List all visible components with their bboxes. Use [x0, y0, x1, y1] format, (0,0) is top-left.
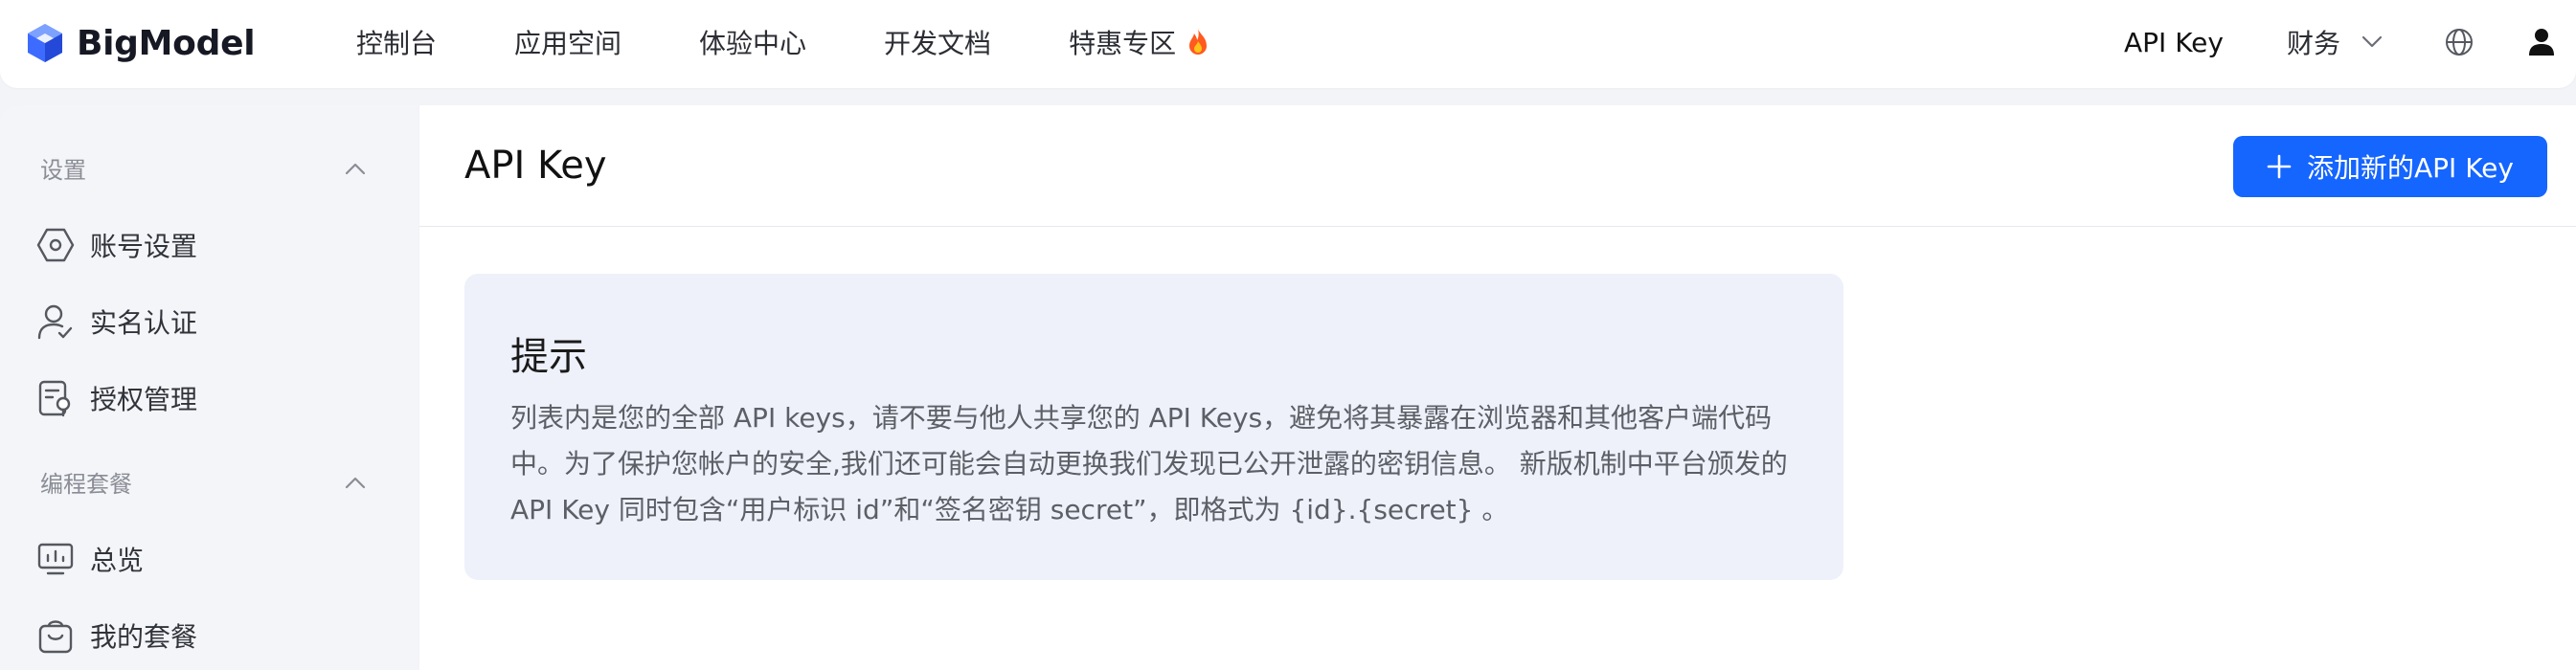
sidebar: 设置 账号设置 实名认证 授权管理 编程套餐 总览 我的套餐: [0, 105, 418, 670]
nav-item-app-space[interactable]: 应用空间: [514, 23, 621, 61]
nav-item-label: 体验中心: [699, 28, 807, 59]
sidebar-item-authorization[interactable]: 授权管理: [36, 379, 197, 417]
user-verify-icon: [37, 304, 73, 340]
nav-item-console[interactable]: 控制台: [356, 23, 437, 61]
add-api-key-label: 添加新的API Key: [2307, 152, 2514, 184]
nav-item-label: 开发文档: [884, 28, 992, 59]
tip-title: 提示: [510, 335, 587, 379]
sidebar-group-settings[interactable]: 设置: [40, 151, 366, 185]
sidebar-item-label: 账号设置: [90, 231, 198, 262]
page-header: API Key 添加新的API Key: [419, 105, 2576, 227]
brand-name: BigModel: [77, 23, 256, 63]
monitor-chart-icon: [37, 543, 74, 575]
sidebar-item-label: 我的套餐: [90, 621, 198, 653]
main-content: API Key 添加新的API Key 提示 列表内是您的全部 API keys…: [419, 105, 2576, 670]
authorization-icon: [38, 380, 71, 417]
sidebar-item-my-package[interactable]: 我的套餐: [36, 616, 197, 655]
top-navigation-bar: BigModel 控制台 应用空间 体验中心 开发文档 特惠专区 API Key…: [0, 0, 2576, 88]
chevron-up-icon: [345, 477, 366, 488]
nav-item-special-offers[interactable]: 特惠专区: [1069, 23, 1210, 61]
tip-body: 列表内是您的全部 API keys，请不要与他人共享您的 API Keys，避免…: [510, 402, 1788, 525]
sidebar-item-label: 实名认证: [90, 307, 198, 339]
fire-icon: [1189, 29, 1208, 55]
globe-icon[interactable]: [2444, 27, 2474, 57]
chevron-down-icon: [2361, 35, 2383, 48]
bigmodel-logo-icon: [28, 24, 62, 62]
nav-right-group: API Key 财务: [2124, 0, 2576, 84]
chevron-up-icon: [345, 163, 366, 174]
sidebar-item-label: 授权管理: [90, 384, 198, 415]
page-title: API Key: [464, 144, 607, 188]
nav-item-dev-docs[interactable]: 开发文档: [884, 23, 991, 61]
finance-label: 财务: [2286, 28, 2340, 59]
sidebar-item-overview[interactable]: 总览: [36, 540, 144, 578]
package-icon: [38, 620, 73, 654]
user-icon[interactable]: [2528, 28, 2555, 56]
plus-icon: [2267, 154, 2292, 179]
sidebar-group-label: 设置: [40, 157, 86, 184]
finance-dropdown[interactable]: 财务: [2287, 23, 2383, 61]
sidebar-group-coding-plan[interactable]: 编程套餐: [40, 465, 366, 499]
hexagon-settings-icon: [36, 228, 75, 262]
add-api-key-button[interactable]: 添加新的API Key: [2233, 136, 2547, 197]
sidebar-item-label: 总览: [90, 545, 145, 576]
sidebar-item-real-name-verification[interactable]: 实名认证: [36, 302, 197, 341]
main-nav: 控制台 应用空间 体验中心 开发文档 特惠专区: [356, 0, 1288, 84]
api-key-link[interactable]: API Key: [2124, 27, 2224, 58]
nav-item-label: 应用空间: [514, 28, 622, 59]
nav-item-experience-center[interactable]: 体验中心: [699, 23, 806, 61]
tip-card: 提示 列表内是您的全部 API keys，请不要与他人共享您的 API Keys…: [464, 274, 1843, 580]
nav-item-label: 控制台: [356, 28, 438, 59]
nav-item-label: 特惠专区: [1069, 28, 1177, 59]
sidebar-item-account-settings[interactable]: 账号设置: [36, 226, 197, 264]
sidebar-group-label: 编程套餐: [40, 471, 132, 498]
brand-logo[interactable]: BigModel: [25, 21, 256, 65]
